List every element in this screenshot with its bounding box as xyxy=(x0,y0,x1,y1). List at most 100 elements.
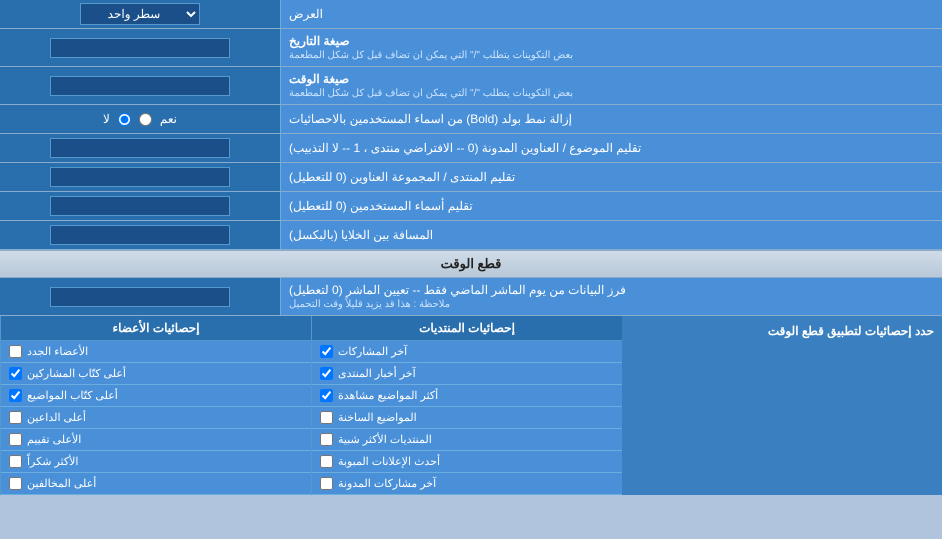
username-limit-input-area: 0 xyxy=(0,192,280,220)
stats-item-col1-1-label: آخر أخبار المنتدى xyxy=(338,367,416,380)
topic-title-input-area: 33 xyxy=(0,134,280,162)
time-cut-input[interactable]: 0 xyxy=(50,287,230,307)
header-input-area: سطر واحد سطرين ثلاثة أسطر xyxy=(0,0,280,28)
username-limit-label-text: تقليم أسماء المستخدمين (0 للتعطيل) xyxy=(289,199,473,213)
stats-item-col2-6-label: أعلى المخالفين xyxy=(27,477,96,490)
radio-no-bold[interactable] xyxy=(118,113,131,126)
header-row: العرض سطر واحد سطرين ثلاثة أسطر xyxy=(0,0,942,29)
stats-checkbox-col1-6[interactable] xyxy=(320,477,333,490)
forum-title-input[interactable]: 33 xyxy=(50,167,230,187)
stats-item-col2-1-label: أعلى كتّاب المشاركين xyxy=(27,367,126,380)
forum-title-input-area: 33 xyxy=(0,163,280,191)
display-dropdown[interactable]: سطر واحد سطرين ثلاثة أسطر xyxy=(80,3,200,25)
date-format-input[interactable]: d-m xyxy=(50,38,230,58)
stats-checkbox-col1-4[interactable] xyxy=(320,433,333,446)
date-format-row: صيغة التاريخ بعض التكوينات يتطلب "/" الت… xyxy=(0,29,942,67)
stats-checkbox-col2-4[interactable] xyxy=(9,433,22,446)
topic-title-label-text: تقليم الموضوع / العناوين المدونة (0 -- ا… xyxy=(289,141,641,155)
forum-title-row: تقليم المنتدى / المجموعة العناوين (0 للت… xyxy=(0,163,942,192)
radio-yes-bold[interactable] xyxy=(139,113,152,126)
remove-bold-label-text: إزالة نمط بولد (Bold) من اسماء المستخدمي… xyxy=(289,112,572,126)
stats-limit-label: حدد إحصائيات لتطبيق قطع الوقت xyxy=(768,324,934,338)
stats-item-col2-2-label: أعلى كتّاب المواضيع xyxy=(27,389,118,402)
stats-item-col2-3-label: أعلى الداعين xyxy=(27,411,86,424)
time-cut-section-header: قطع الوقت xyxy=(0,250,942,278)
time-cut-label-1: فرز البيانات من يوم الماشر الماضي فقط --… xyxy=(289,283,626,297)
stats-item-col1-5-label: أحدث الإعلانات المبوبة xyxy=(338,455,440,468)
remove-bold-label: إزالة نمط بولد (Bold) من اسماء المستخدمي… xyxy=(280,105,942,133)
stats-item-col1-0-label: آخر المشاركات xyxy=(338,345,407,358)
stats-item-col1-2-label: أكثر المواضيع مشاهدة xyxy=(338,389,438,402)
cell-spacing-input[interactable]: 2 xyxy=(50,225,230,245)
time-cut-header-text: قطع الوقت xyxy=(441,256,502,271)
date-format-label-2: بعض التكوينات يتطلب "/" التي يمكن ان تضا… xyxy=(289,50,573,61)
remove-bold-input-area: نعم لا xyxy=(0,105,280,133)
stats-checkbox-col1-5[interactable] xyxy=(320,455,333,468)
stats-checkbox-col1-1[interactable] xyxy=(320,367,333,380)
stats-item-col1-5: أحدث الإعلانات المبوبة xyxy=(312,451,622,473)
header-label: العرض xyxy=(280,0,942,28)
stats-section: حدد إحصائيات لتطبيق قطع الوقت إحصائيات ا… xyxy=(0,316,942,495)
stats-item-col2-5: الأكثر شكراً xyxy=(1,451,311,473)
date-format-label-1: صيغة التاريخ xyxy=(289,34,350,48)
stats-item-col2-6: أعلى المخالفين xyxy=(1,473,311,495)
time-cut-row: فرز البيانات من يوم الماشر الماضي فقط --… xyxy=(0,278,942,316)
radio-group-bold: نعم لا xyxy=(103,112,177,126)
stats-item-col2-2: أعلى كتّاب المواضيع xyxy=(1,385,311,407)
header-label-text: العرض xyxy=(289,7,323,21)
main-container: العرض سطر واحد سطرين ثلاثة أسطر صيغة الت… xyxy=(0,0,942,495)
stats-item-col1-3: المواضيع الساخنة xyxy=(312,407,622,429)
stats-col1-header: إحصائيات المنتديات xyxy=(312,316,622,341)
stats-checkbox-col2-3[interactable] xyxy=(9,411,22,424)
topic-title-row: تقليم الموضوع / العناوين المدونة (0 -- ا… xyxy=(0,134,942,163)
stats-checkbox-col2-6[interactable] xyxy=(9,477,22,490)
stats-checkbox-col2-2[interactable] xyxy=(9,389,22,402)
stats-limit-col: حدد إحصائيات لتطبيق قطع الوقت xyxy=(622,316,942,495)
stats-checkbox-col2-0[interactable] xyxy=(9,345,22,358)
stats-checkbox-col1-3[interactable] xyxy=(320,411,333,424)
topic-title-input[interactable]: 33 xyxy=(50,138,230,158)
stats-col2-header: إحصائيات الأعضاء xyxy=(1,316,311,341)
stats-item-col2-4: الأعلى تقييم xyxy=(1,429,311,451)
stats-item-col1-6-label: آخر مشاركات المدونة xyxy=(338,477,436,490)
cell-spacing-label: المسافة بين الخلايا (بالبكسل) xyxy=(280,221,942,249)
stats-col2-items: الأعضاء الجدد أعلى كتّاب المشاركين أعلى … xyxy=(1,341,311,495)
time-format-label-1: صيغة الوقت xyxy=(289,72,349,86)
stats-item-col1-4: المنتديات الأكثر شبية xyxy=(312,429,622,451)
radio-no-label: لا xyxy=(103,112,110,126)
time-cut-input-area: 0 xyxy=(0,278,280,315)
stats-col-2: إحصائيات الأعضاء الأعضاء الجدد أعلى كتّا… xyxy=(0,316,311,495)
username-limit-label: تقليم أسماء المستخدمين (0 للتعطيل) xyxy=(280,192,942,220)
stats-checkbox-col1-0[interactable] xyxy=(320,345,333,358)
forum-title-label: تقليم المنتدى / المجموعة العناوين (0 للت… xyxy=(280,163,942,191)
time-format-row: صيغة الوقت بعض التكوينات يتطلب "/" التي … xyxy=(0,67,942,105)
time-format-label-2: بعض التكوينات يتطلب "/" التي يمكن ان تضا… xyxy=(289,88,573,99)
time-format-input[interactable]: H:i xyxy=(50,76,230,96)
stats-item-col2-3: أعلى الداعين xyxy=(1,407,311,429)
stats-item-col2-5-label: الأكثر شكراً xyxy=(27,455,78,468)
stats-col1-items: آخر المشاركات آخر أخبار المنتدى أكثر الم… xyxy=(312,341,622,495)
stats-item-col2-1: أعلى كتّاب المشاركين xyxy=(1,363,311,385)
time-cut-label: فرز البيانات من يوم الماشر الماضي فقط --… xyxy=(280,278,942,315)
stats-col-1: إحصائيات المنتديات آخر المشاركات آخر أخب… xyxy=(311,316,622,495)
time-format-label: صيغة الوقت بعض التكوينات يتطلب "/" التي … xyxy=(280,67,942,104)
cell-spacing-label-text: المسافة بين الخلايا (بالبكسل) xyxy=(289,228,433,242)
forum-title-label-text: تقليم المنتدى / المجموعة العناوين (0 للت… xyxy=(289,170,515,184)
date-format-input-area: d-m xyxy=(0,29,280,66)
radio-yes-label: نعم xyxy=(160,112,177,126)
stats-checkbox-col2-1[interactable] xyxy=(9,367,22,380)
stats-checkbox-col1-2[interactable] xyxy=(320,389,333,402)
username-limit-input[interactable]: 0 xyxy=(50,196,230,216)
time-cut-label-2: ملاحظة : هذا قد يزيد قليلاً وقت التحميل xyxy=(289,299,450,310)
stats-item-col1-0: آخر المشاركات xyxy=(312,341,622,363)
username-limit-row: تقليم أسماء المستخدمين (0 للتعطيل) 0 xyxy=(0,192,942,221)
stats-item-col2-4-label: الأعلى تقييم xyxy=(27,433,81,446)
stats-item-col1-3-label: المواضيع الساخنة xyxy=(338,411,417,424)
stats-checkbox-col2-5[interactable] xyxy=(9,455,22,468)
cell-spacing-input-area: 2 xyxy=(0,221,280,249)
stats-item-col1-1: آخر أخبار المنتدى xyxy=(312,363,622,385)
stats-item-col2-0-label: الأعضاء الجدد xyxy=(27,345,88,358)
stats-item-col2-0: الأعضاء الجدد xyxy=(1,341,311,363)
date-format-label: صيغة التاريخ بعض التكوينات يتطلب "/" الت… xyxy=(280,29,942,66)
stats-item-col1-4-label: المنتديات الأكثر شبية xyxy=(338,433,432,446)
